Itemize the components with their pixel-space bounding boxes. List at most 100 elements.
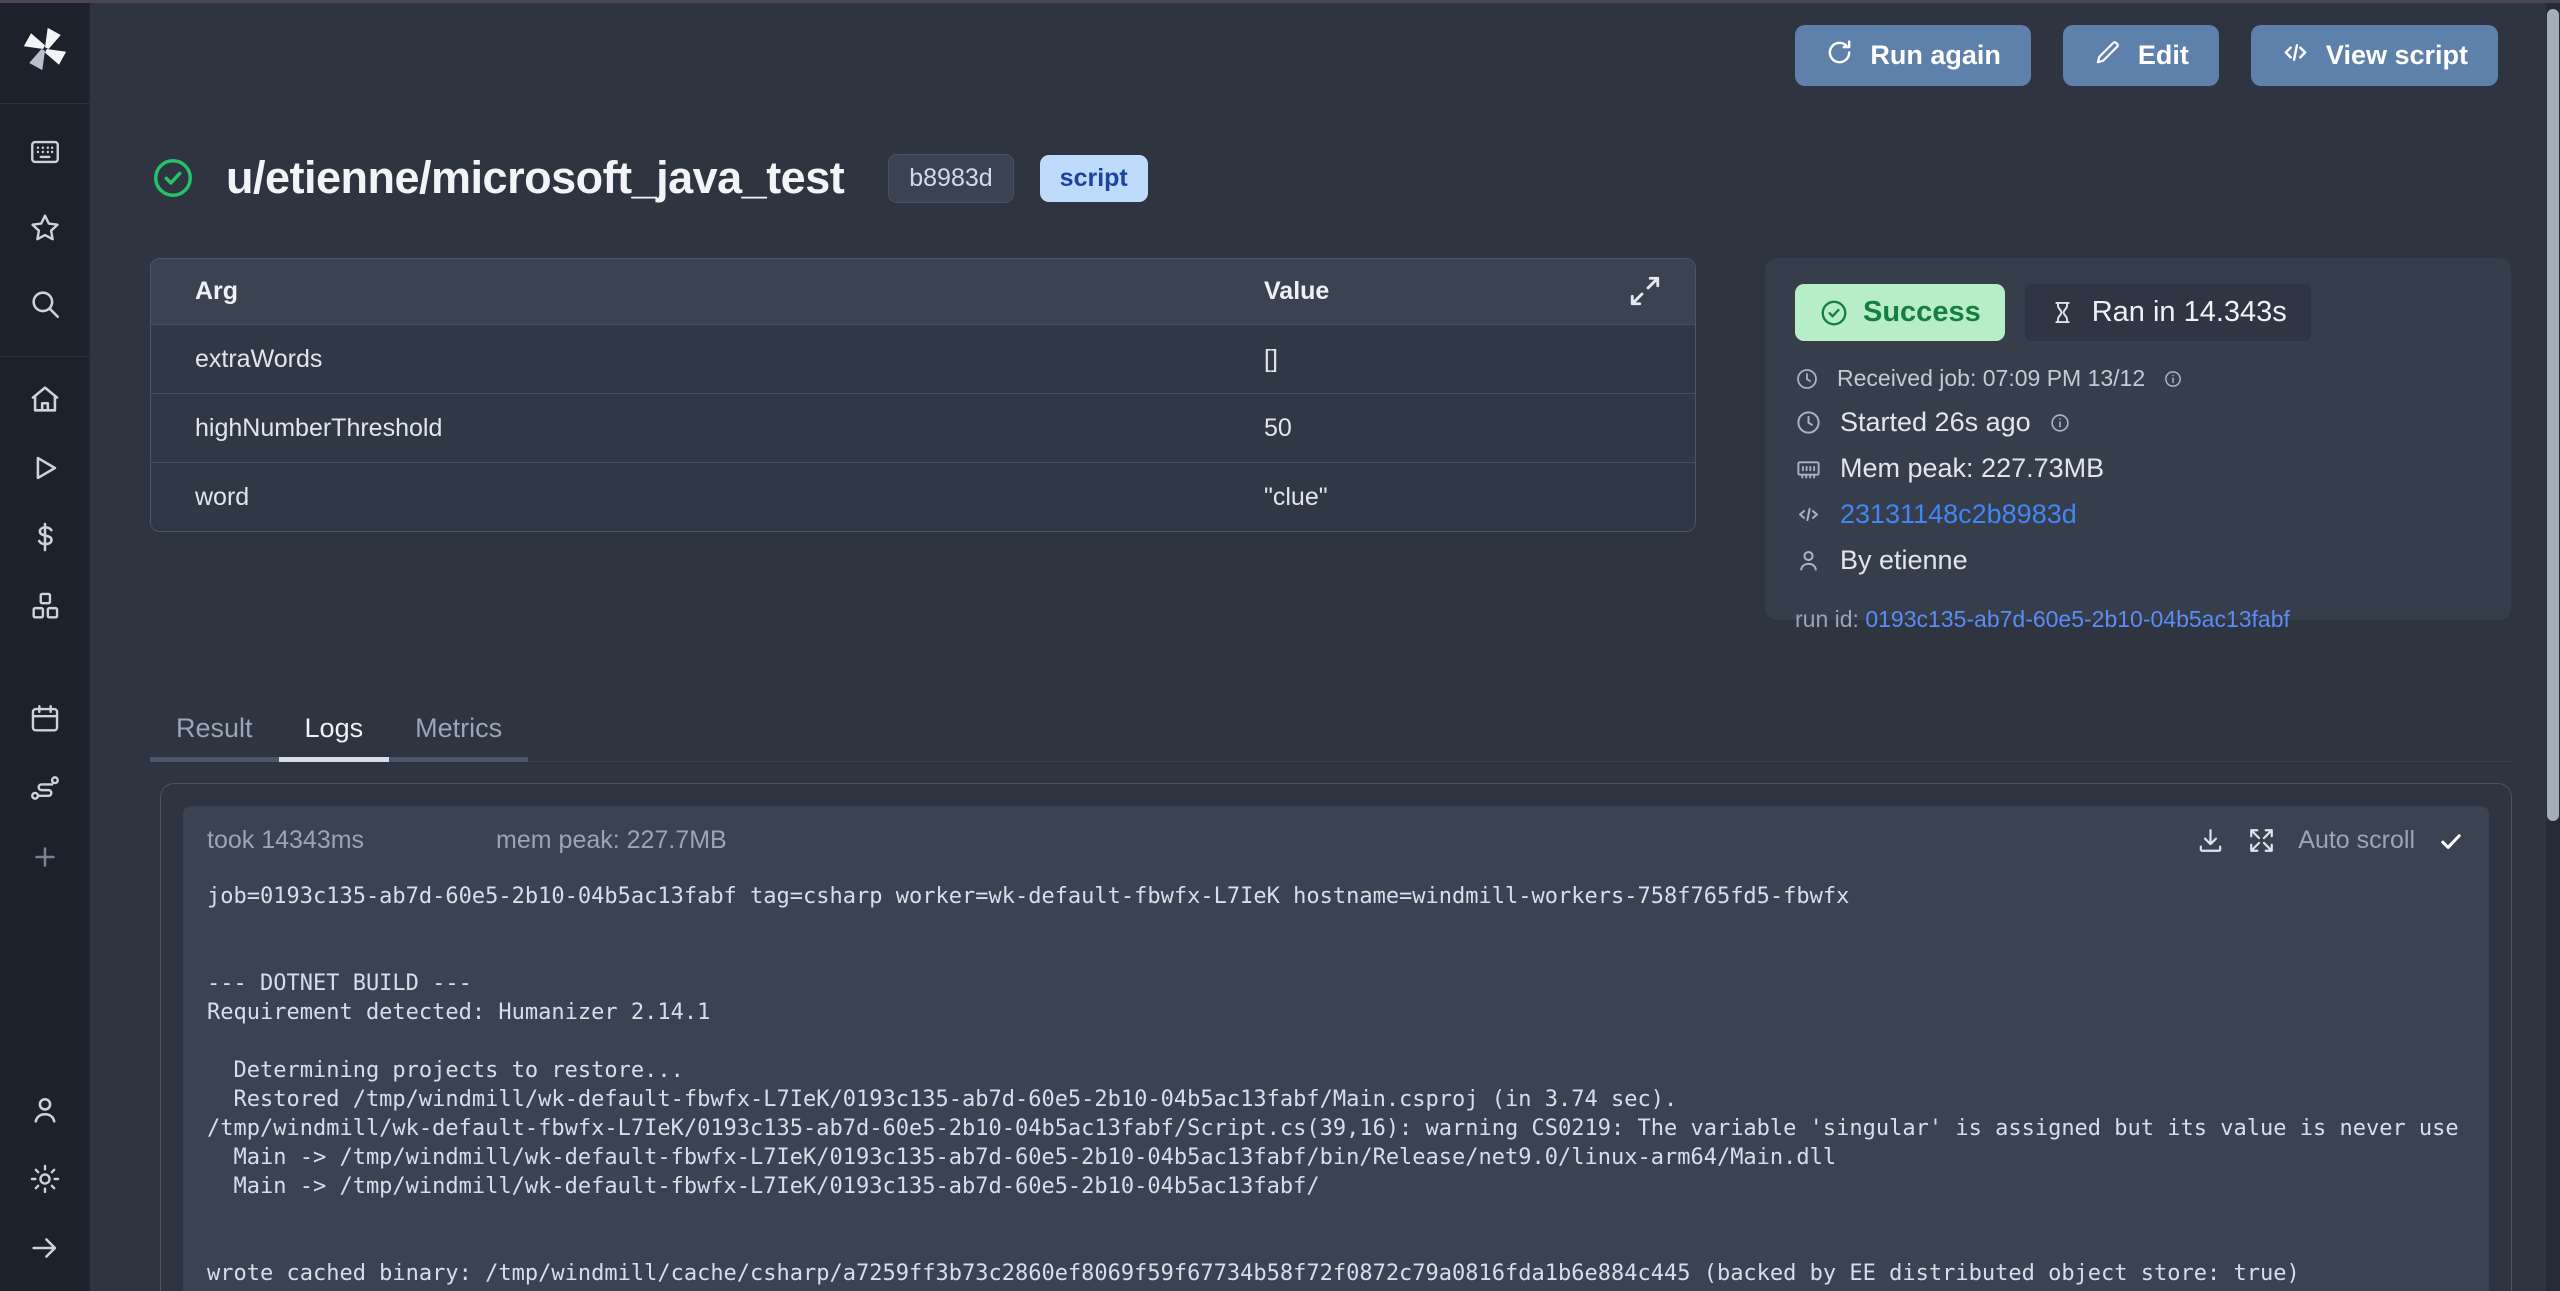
received-line: Received job: 07:09 PM 13/12 — [1795, 365, 2481, 392]
sidebar-item-user[interactable] — [0, 1078, 90, 1147]
tab-result[interactable]: Result — [150, 713, 279, 762]
started-label: Started 26s ago — [1840, 407, 2031, 438]
logs-viewer: took 14343ms mem peak: 227.7MB Auto scro… — [183, 806, 2489, 1291]
status-label: Success — [1863, 296, 1981, 329]
arrow-right-icon — [28, 1231, 62, 1270]
sidebar-item-resources[interactable] — [0, 574, 90, 643]
tab-underline — [389, 757, 528, 762]
page-scrollbar-thumb[interactable] — [2547, 9, 2559, 821]
arg-name: highNumberThreshold — [195, 414, 1264, 443]
sidebar-item-collapse[interactable] — [0, 1216, 90, 1285]
schedules-icon — [28, 702, 62, 741]
run-id-label: run id: — [1795, 606, 1859, 632]
sidebar-item-settings[interactable] — [0, 1147, 90, 1216]
expand-icon[interactable] — [2247, 826, 2276, 855]
routes-icon — [28, 771, 62, 810]
user-icon — [28, 1093, 62, 1132]
info-icon[interactable] — [2163, 369, 2183, 389]
check-circle-icon — [150, 155, 196, 201]
view-script-button[interactable]: View script — [2251, 25, 2498, 86]
runs-icon — [28, 451, 62, 490]
sidebar-item-schedules[interactable] — [0, 687, 90, 756]
auto-scroll-checkbox[interactable] — [2437, 827, 2465, 855]
logs-header: took 14343ms mem peak: 227.7MB Auto scro… — [207, 826, 2465, 855]
received-label: Received job: 07:09 PM 13/12 — [1837, 365, 2145, 392]
windmill-logo-icon — [18, 22, 72, 81]
args-header-arg: Arg — [195, 277, 1264, 306]
result-tabs: Result Logs Metrics — [150, 713, 2512, 762]
home-icon — [28, 382, 62, 421]
table-row: highNumberThreshold 50 — [151, 393, 1695, 462]
resources-icon — [28, 589, 62, 628]
mem-peak-line: Mem peak: 227.73MB — [1795, 453, 2481, 484]
code-icon — [1795, 501, 1822, 528]
tab-metrics[interactable]: Metrics — [389, 713, 528, 762]
sidebar-group-secondary — [0, 687, 89, 894]
star-icon — [28, 211, 62, 250]
sidebar-item-routes[interactable] — [0, 756, 90, 825]
args-header-value: Value — [1264, 277, 1329, 306]
plus-icon — [28, 840, 62, 879]
sidebar-group-bottom — [0, 1078, 89, 1285]
tab-logs-label: Logs — [305, 713, 364, 743]
mem-peak-label: Mem peak: 227.73MB — [1840, 453, 2104, 484]
tab-underline — [279, 757, 390, 762]
arg-name: word — [195, 483, 1264, 512]
run-id-link[interactable]: 0193c135-ab7d-60e5-2b10-04b5ac13fabf — [1865, 606, 2290, 632]
page-title: u/etienne/microsoft_java_test — [226, 152, 844, 204]
script-type-badge[interactable]: script — [1040, 155, 1148, 202]
took-label: took 14343ms — [207, 826, 364, 855]
sidebar-item-add[interactable] — [0, 825, 90, 894]
clock-icon — [1795, 409, 1822, 436]
run-again-button[interactable]: Run again — [1795, 25, 2031, 86]
pencil-icon — [2093, 38, 2122, 74]
tab-logs[interactable]: Logs — [279, 713, 390, 762]
author-line: By etienne — [1795, 545, 2481, 576]
edit-button[interactable]: Edit — [2063, 25, 2219, 86]
sidebar — [0, 0, 90, 1291]
sidebar-group-top — [0, 116, 89, 344]
clock-icon — [1795, 367, 1819, 391]
apps-icon — [28, 135, 62, 174]
window-top-strip — [0, 0, 2560, 3]
user-icon — [1795, 547, 1822, 574]
sidebar-item-runs[interactable] — [0, 436, 90, 505]
sidebar-logo[interactable] — [0, 0, 90, 104]
table-row: extraWords [] — [151, 324, 1695, 393]
info-icon[interactable] — [2049, 412, 2071, 434]
version-hash-badge: b8983d — [888, 154, 1013, 203]
started-line: Started 26s ago — [1795, 407, 2481, 438]
page-scrollbar-track[interactable] — [2546, 3, 2560, 1291]
table-row: word "clue" — [151, 462, 1695, 531]
view-script-label: View script — [2326, 40, 2468, 71]
auto-scroll-label: Auto scroll — [2298, 826, 2415, 855]
tab-metrics-label: Metrics — [415, 713, 502, 743]
logs-controls: Auto scroll — [2196, 826, 2465, 855]
job-info-card: Success Ran in 14.343s Received job: 07:… — [1765, 258, 2511, 620]
mem-peak-label: mem peak: 227.7MB — [496, 826, 727, 855]
settings-icon — [28, 1162, 62, 1201]
edit-label: Edit — [2138, 40, 2189, 71]
script-hash-link[interactable]: 23131148c2b8983d — [1840, 499, 2077, 530]
arg-value: [] — [1264, 345, 1278, 374]
expand-icon[interactable] — [1627, 273, 1663, 309]
script-hash-line: 23131148c2b8983d — [1795, 499, 2481, 530]
sidebar-item-search[interactable] — [0, 268, 90, 344]
args-table-header: Arg Value — [151, 259, 1695, 324]
status-badge: Success — [1795, 284, 2005, 341]
logs-panel: took 14343ms mem peak: 227.7MB Auto scro… — [160, 783, 2512, 1291]
sidebar-item-apps[interactable] — [0, 116, 90, 192]
sidebar-item-home[interactable] — [0, 367, 90, 436]
sidebar-item-variables[interactable] — [0, 505, 90, 574]
run-again-label: Run again — [1870, 40, 2001, 71]
variables-icon — [28, 520, 62, 559]
download-icon[interactable] — [2196, 826, 2225, 855]
arg-name: extraWords — [195, 345, 1264, 374]
log-output[interactable]: job=0193c135-ab7d-60e5-2b10-04b5ac13fabf… — [207, 882, 2465, 1288]
sidebar-item-favorites[interactable] — [0, 192, 90, 268]
run-id-line: run id: 0193c135-ab7d-60e5-2b10-04b5ac13… — [1795, 606, 2481, 633]
sidebar-divider — [0, 356, 90, 357]
search-icon — [28, 287, 62, 326]
duration-label: Ran in 14.343s — [2092, 296, 2287, 329]
code-icon — [2281, 38, 2310, 74]
